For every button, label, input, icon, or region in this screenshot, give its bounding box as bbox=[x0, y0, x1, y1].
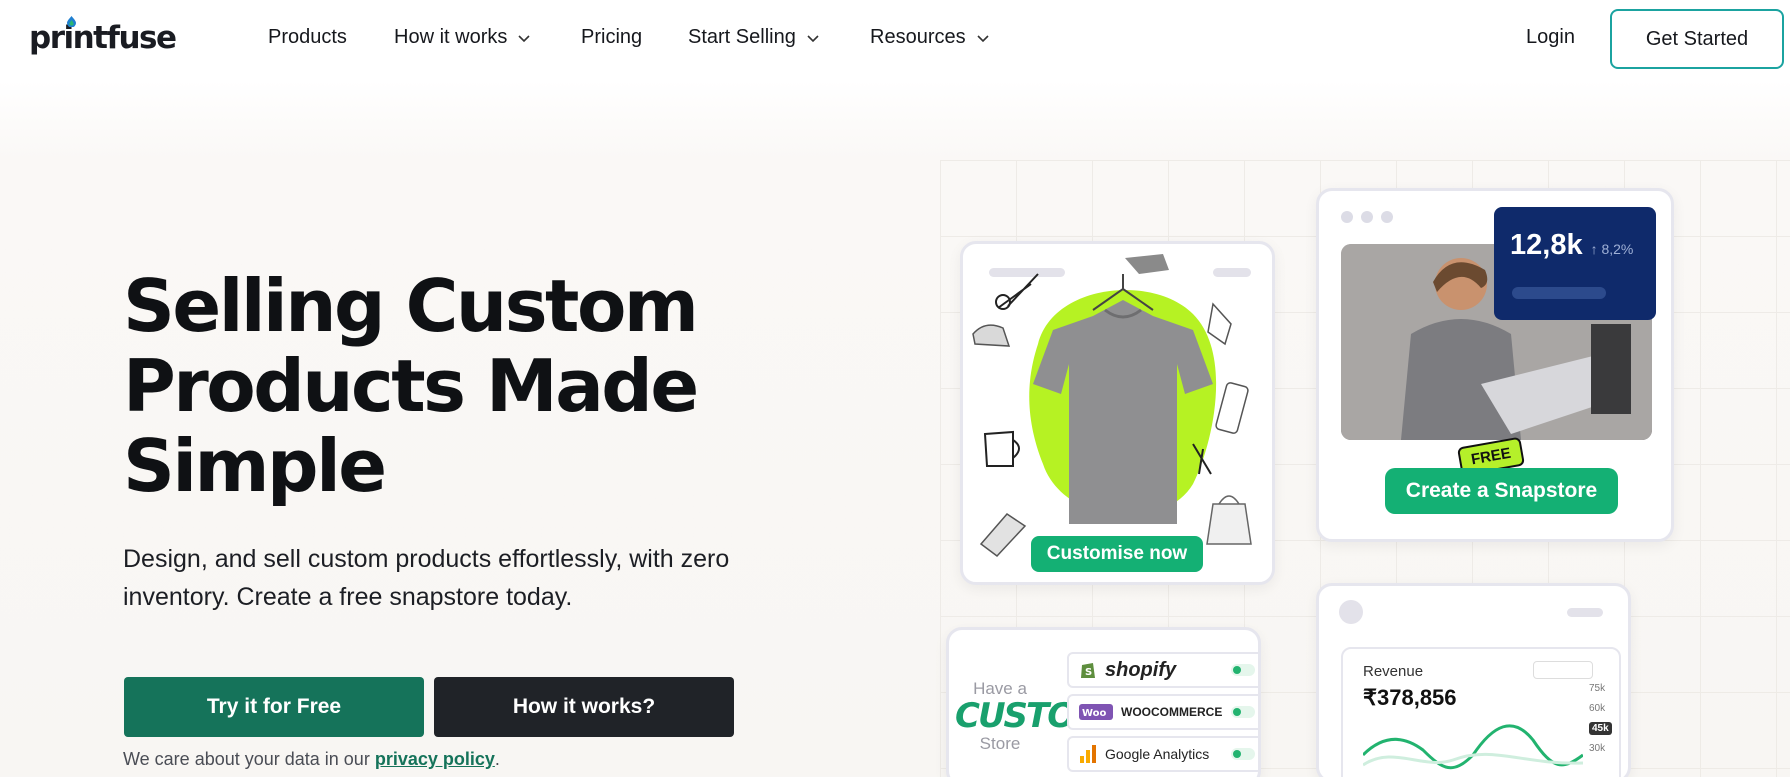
custom-store-label: Have a CUSTOM Store bbox=[955, 680, 1108, 753]
hero-title: Selling Custom Products Made Simple bbox=[123, 266, 743, 506]
integration-label: shopify bbox=[1105, 658, 1177, 681]
snapstore-card: 12,8k ↑ 8,2% FREE Create a Snapstore bbox=[1316, 188, 1674, 542]
privacy-suffix: . bbox=[494, 749, 500, 769]
woocommerce-icon: Woo bbox=[1079, 704, 1113, 720]
nav-products[interactable]: Products bbox=[268, 26, 347, 49]
revenue-label: Revenue bbox=[1363, 663, 1424, 680]
custom-store-line3: Store bbox=[979, 734, 1021, 753]
chevron-down-icon bbox=[518, 34, 530, 42]
customise-now-button[interactable]: Customise now bbox=[1031, 536, 1203, 572]
nav-resources[interactable]: Resources bbox=[870, 26, 990, 49]
custom-store-line2: CUSTOM bbox=[955, 696, 1108, 736]
integration-label: Google Analytics bbox=[1105, 746, 1210, 762]
revenue-value: ₹378,856 bbox=[1363, 685, 1457, 710]
window-dots bbox=[1341, 211, 1393, 223]
integration-toggle[interactable] bbox=[1231, 706, 1255, 718]
chevron-down-icon bbox=[807, 34, 819, 42]
hero-title-line: Products Made bbox=[123, 344, 699, 428]
integration-toggle[interactable] bbox=[1231, 748, 1255, 760]
integration-row-shopify: S shopify bbox=[1067, 652, 1258, 688]
hero-subtitle: Design, and sell custom products effortl… bbox=[123, 545, 730, 611]
stat-bar bbox=[1512, 287, 1606, 299]
period-select[interactable] bbox=[1533, 661, 1593, 679]
card-placeholder-bar bbox=[1567, 608, 1603, 617]
integration-row-google-analytics: Google Analytics bbox=[1067, 736, 1258, 772]
nav-start-selling[interactable]: Start Selling bbox=[688, 26, 820, 49]
privacy-policy-link[interactable]: privacy policy bbox=[375, 749, 495, 769]
integrations-card: Have a CUSTOM Store S shopify Woo WOOCOM… bbox=[946, 627, 1261, 777]
nav-start-selling-label: Start Selling bbox=[688, 26, 796, 48]
logo-wordmark: printfuse bbox=[29, 20, 177, 56]
y-tick-label: 30k bbox=[1589, 743, 1606, 754]
revenue-card: Revenue ₹378,856 75k 60k 45k 30k bbox=[1316, 583, 1631, 777]
svg-text:S: S bbox=[1085, 667, 1092, 678]
nav-products-label: Products bbox=[268, 26, 347, 48]
get-started-button[interactable]: Get Started bbox=[1610, 9, 1784, 69]
revenue-line-chart bbox=[1363, 724, 1583, 770]
y-tick-label: 45k bbox=[1589, 722, 1612, 735]
hero-title-line: Selling Custom bbox=[123, 264, 699, 348]
integration-toggle[interactable] bbox=[1231, 664, 1255, 676]
stat-card: 12,8k ↑ 8,2% bbox=[1494, 207, 1656, 320]
nav-how-it-works[interactable]: How it works bbox=[394, 26, 531, 49]
printfuse-logo[interactable]: printfuse bbox=[29, 16, 177, 56]
nav-how-it-works-label: How it works bbox=[394, 26, 508, 48]
top-navbar: printfuse Products How it works Pricing … bbox=[0, 0, 1790, 78]
privacy-note: We care about your data in our privacy p… bbox=[123, 749, 500, 770]
privacy-prefix: We care about your data in our bbox=[123, 749, 375, 769]
y-tick-label: 75k bbox=[1589, 683, 1606, 694]
shopify-icon: S bbox=[1081, 663, 1095, 678]
try-it-free-button[interactable]: Try it for Free bbox=[124, 677, 424, 737]
chevron-down-icon bbox=[977, 34, 989, 42]
tshirt-illustration bbox=[972, 254, 1252, 558]
login-link[interactable]: Login bbox=[1526, 26, 1575, 49]
avatar-placeholder bbox=[1339, 600, 1363, 624]
svg-text:Woo: Woo bbox=[1082, 708, 1107, 719]
customise-card: Customise now bbox=[960, 241, 1275, 585]
hero-title-line: Simple bbox=[123, 424, 387, 508]
google-analytics-icon bbox=[1080, 745, 1096, 763]
nav-pricing[interactable]: Pricing bbox=[581, 26, 642, 49]
nav-pricing-label: Pricing bbox=[581, 26, 643, 48]
logo-drop-icon bbox=[67, 16, 76, 27]
integration-label: WOOCOMMERCE bbox=[1121, 705, 1223, 719]
integration-row-woocommerce: Woo WOOCOMMERCE bbox=[1067, 694, 1258, 730]
stat-change: ↑ 8,2% bbox=[1590, 241, 1634, 257]
nav-resources-label: Resources bbox=[870, 26, 966, 48]
create-snapstore-button[interactable]: Create a Snapstore bbox=[1385, 468, 1618, 514]
how-it-works-button[interactable]: How it works? bbox=[434, 677, 734, 737]
stat-value: 12,8k bbox=[1510, 229, 1583, 261]
y-tick-label: 60k bbox=[1589, 703, 1606, 714]
revenue-panel: Revenue ₹378,856 75k 60k 45k 30k bbox=[1341, 647, 1621, 777]
